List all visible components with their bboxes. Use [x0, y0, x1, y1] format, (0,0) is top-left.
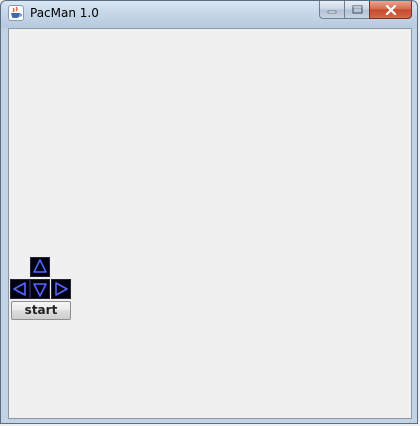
- close-icon: [385, 4, 396, 15]
- game-panel[interactable]: start: [8, 28, 412, 419]
- left-key[interactable]: [10, 279, 30, 299]
- close-button[interactable]: [369, 1, 412, 19]
- arrow-down-icon: [33, 283, 47, 297]
- window-title: PacMan 1.0: [30, 6, 99, 20]
- arrow-left-icon: [13, 282, 26, 296]
- right-key[interactable]: [51, 279, 71, 299]
- maximize-icon: [352, 5, 362, 14]
- title-bar[interactable]: PacMan 1.0: [1, 1, 417, 27]
- window-controls: [319, 1, 412, 19]
- arrow-right-icon: [55, 282, 68, 296]
- start-button[interactable]: start: [11, 301, 71, 320]
- app-window: PacMan 1.0 start: [0, 0, 418, 424]
- up-key[interactable]: [30, 257, 50, 277]
- down-key[interactable]: [30, 279, 50, 299]
- java-cup-icon[interactable]: [8, 5, 24, 21]
- maximize-button[interactable]: [344, 1, 370, 19]
- minimize-button[interactable]: [319, 1, 345, 19]
- arrow-up-icon: [33, 259, 47, 273]
- minimize-icon: [327, 10, 337, 13]
